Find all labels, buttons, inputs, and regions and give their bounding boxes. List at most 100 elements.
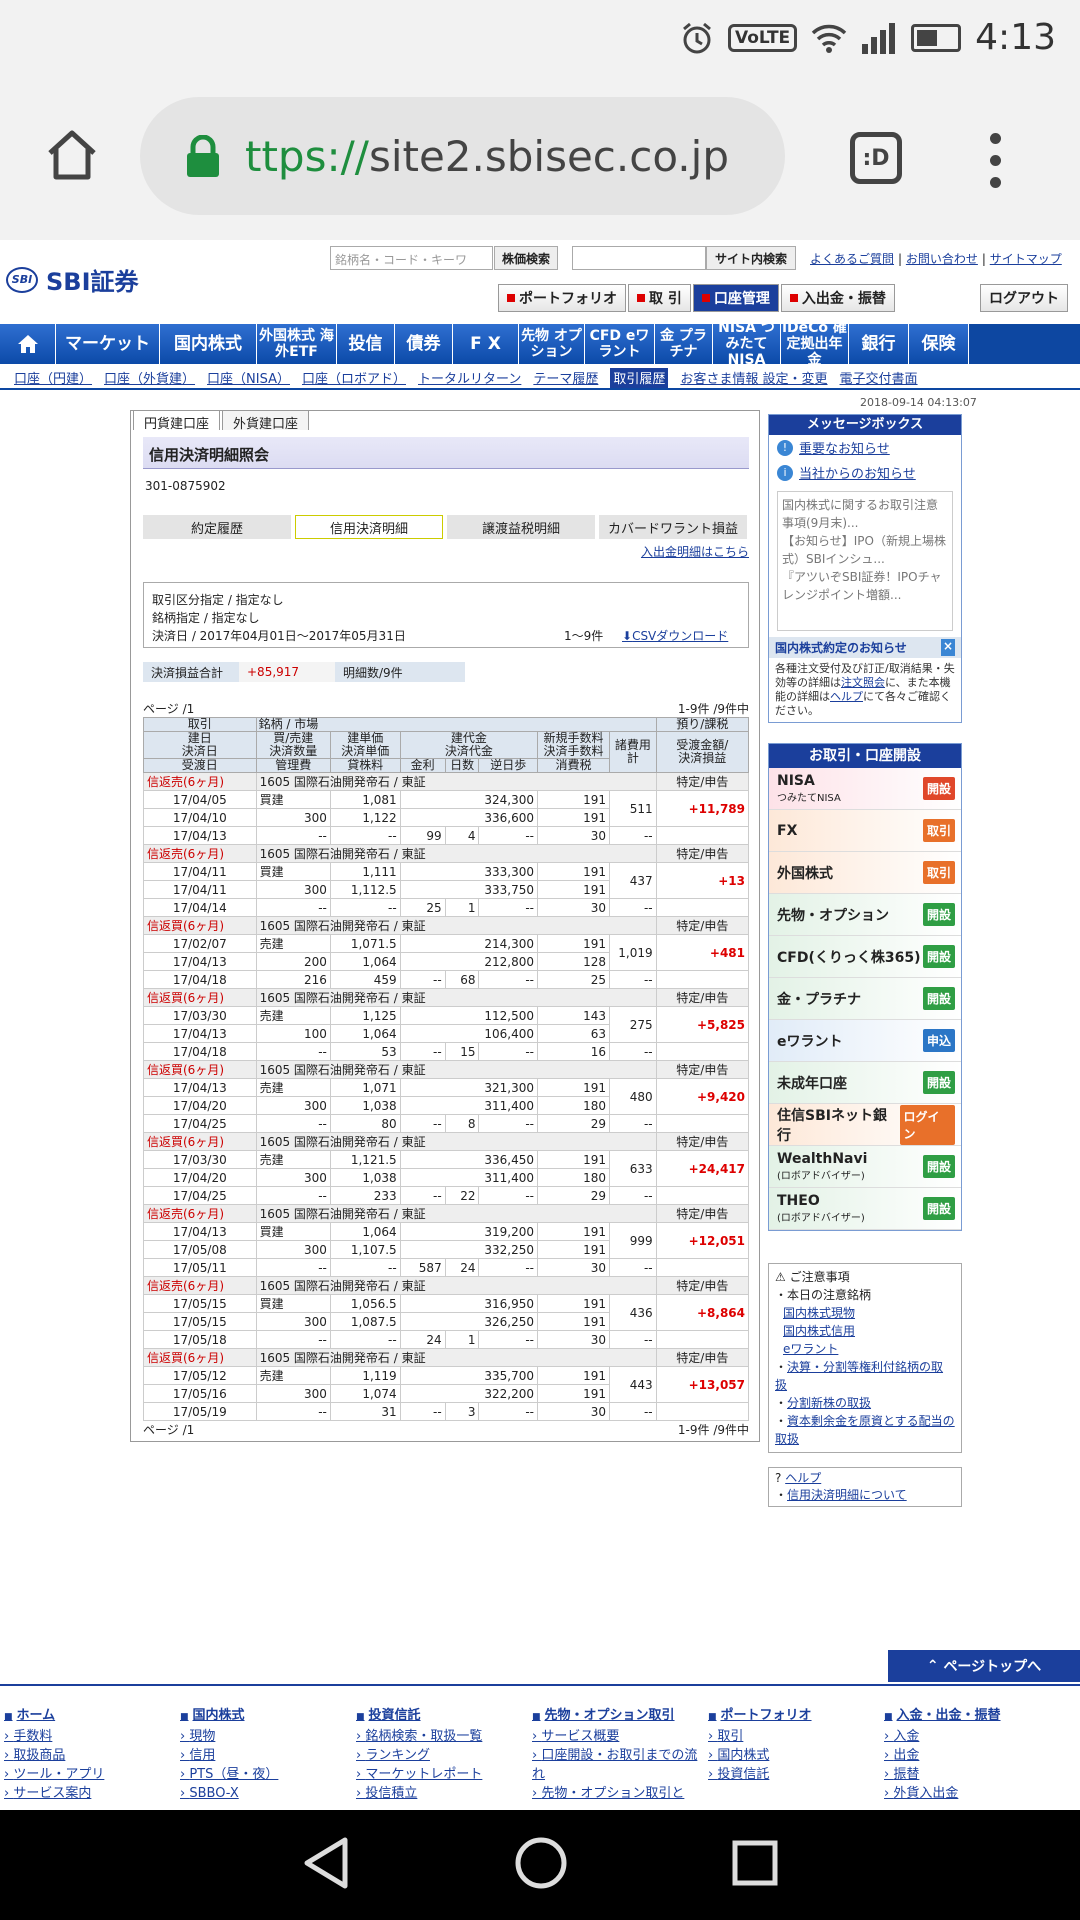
- nav-bonds[interactable]: 債券: [395, 324, 453, 364]
- logout-button[interactable]: ログアウト: [980, 284, 1068, 312]
- footer-link[interactable]: 手数料: [4, 1727, 180, 1746]
- caution-link-domestic-cash[interactable]: 国内株式現物: [783, 1306, 855, 1320]
- help-link[interactable]: ヘルプ: [830, 690, 863, 703]
- close-icon[interactable]: ×: [941, 639, 955, 656]
- footer-title[interactable]: 投資信託: [356, 1706, 532, 1727]
- footer-link[interactable]: 取扱商品: [4, 1746, 180, 1765]
- footer-title[interactable]: 国内株式: [180, 1706, 356, 1727]
- subnav-e-documents[interactable]: 電子交付書面: [840, 368, 918, 388]
- page-top-button[interactable]: ⌃ ページトップへ: [888, 1650, 1080, 1682]
- caution-link-ewarrant[interactable]: eワラント: [783, 1342, 838, 1356]
- trade-button[interactable]: 取 引: [628, 284, 691, 312]
- footer-title[interactable]: ホーム: [4, 1706, 180, 1727]
- site-search-input[interactable]: [572, 246, 706, 270]
- stock-search-input[interactable]: 銘柄名・コード・キーワ: [330, 246, 493, 270]
- news-item[interactable]: 【お知らせ】IPO（新規上場株式）SBIインシュ...: [782, 532, 948, 568]
- nav-foreign-stock[interactable]: 外国株式 海外ETF: [257, 324, 337, 364]
- subnav-foreign-account[interactable]: 口座（外貨建）: [104, 368, 195, 388]
- footer-title[interactable]: ポートフォリオ: [708, 1706, 884, 1727]
- subnav-yen-account[interactable]: 口座（円建）: [14, 368, 92, 388]
- caution-link-domestic-margin[interactable]: 国内株式信用: [783, 1324, 855, 1338]
- nav-bank[interactable]: 銀行: [849, 324, 909, 364]
- important-notice-link[interactable]: 重要なお知らせ: [799, 438, 890, 457]
- open-account-button[interactable]: ログイン: [899, 1104, 955, 1145]
- subnav-customer-settings[interactable]: お客さま情報 設定・変更: [680, 368, 827, 388]
- footer-title[interactable]: 入金・出金・振替: [884, 1706, 1060, 1727]
- footer-link[interactable]: 投信積立: [356, 1784, 532, 1803]
- footer-link[interactable]: 入金: [884, 1727, 1060, 1746]
- footer-link[interactable]: 銘柄検索・取扱一覧: [356, 1727, 532, 1746]
- order-inquiry-link[interactable]: 注文照会: [841, 676, 885, 689]
- tab-foreign-account[interactable]: 外貨建口座: [222, 410, 310, 432]
- deposit-transfer-button[interactable]: 入出金・振替: [780, 284, 895, 312]
- stock-search-button[interactable]: 株価検索: [494, 246, 558, 270]
- sitemap-link[interactable]: サイトマップ: [990, 252, 1062, 266]
- footer-title[interactable]: 先物・オプション取引: [532, 1706, 708, 1727]
- footer-link[interactable]: 現物: [180, 1727, 356, 1746]
- recents-icon[interactable]: [731, 1839, 779, 1891]
- nav-cfd-ewarrant[interactable]: CFD eワラント: [585, 324, 655, 364]
- home-nav-icon[interactable]: [514, 1836, 568, 1894]
- footer-link[interactable]: サービス案内: [4, 1784, 180, 1803]
- open-account-button[interactable]: 開設: [922, 945, 955, 968]
- nav-insurance[interactable]: 保険: [909, 324, 969, 364]
- subnav-total-return[interactable]: トータルリターン: [418, 368, 521, 388]
- deposit-history-link[interactable]: 入出金明細はこちら: [641, 545, 749, 559]
- footer-link[interactable]: 信用: [180, 1746, 356, 1765]
- nav-home-icon[interactable]: [0, 324, 56, 364]
- open-account-button[interactable]: 開設: [922, 987, 955, 1010]
- footer-link[interactable]: マーケットレポート: [356, 1765, 532, 1784]
- portfolio-button[interactable]: ポートフォリオ: [498, 284, 626, 312]
- subtab-margin-settlement[interactable]: 信用決済明細: [295, 515, 443, 539]
- footer-link[interactable]: 振替: [884, 1765, 1060, 1784]
- footer-link[interactable]: 外貨入出金: [884, 1784, 1060, 1803]
- nav-investment-trust[interactable]: 投信: [337, 324, 395, 364]
- footer-link[interactable]: 先物・オプション取引と: [532, 1784, 708, 1803]
- help-margin-settlement-link[interactable]: 信用決済明細について: [787, 1488, 907, 1502]
- news-item[interactable]: 国内株式に関するお取引注意事項(9月末)...: [782, 496, 948, 532]
- back-icon[interactable]: [301, 1836, 351, 1894]
- nav-futures-options[interactable]: 先物 オプション: [519, 324, 585, 364]
- nav-ideco[interactable]: iDeCo 確定拠出年金: [781, 320, 849, 368]
- faq-link[interactable]: よくあるご質問: [810, 252, 894, 266]
- home-icon[interactable]: [42, 125, 102, 185]
- footer-link[interactable]: 取引: [708, 1727, 884, 1746]
- account-management-button[interactable]: 口座管理: [692, 284, 779, 312]
- nav-domestic-stock[interactable]: 国内株式: [160, 324, 257, 364]
- subnav-theme-history[interactable]: テーマ履歴: [533, 368, 598, 388]
- footer-link[interactable]: 国内株式: [708, 1746, 884, 1765]
- subnav-robo-account[interactable]: 口座（ロボアド）: [302, 368, 406, 388]
- tab-switcher-button[interactable]: :D: [850, 132, 902, 184]
- subnav-nisa-account[interactable]: 口座（NISA）: [207, 368, 290, 388]
- help-title-link[interactable]: ヘルプ: [785, 1471, 821, 1485]
- open-account-button[interactable]: 開設: [922, 1155, 955, 1178]
- open-account-button[interactable]: 開設: [922, 1197, 955, 1220]
- subnav-trade-history[interactable]: 取引履歴: [610, 368, 669, 388]
- nav-nisa[interactable]: NISA つみたてNISA: [713, 320, 781, 368]
- open-account-button[interactable]: 開設: [922, 777, 955, 800]
- footer-link[interactable]: 出金: [884, 1746, 1060, 1765]
- address-bar[interactable]: ttps://site2.sbisec.co.jp: [140, 97, 785, 215]
- news-item[interactable]: 『アツいぞSBI証券！IPOチャレンジポイント増額...: [782, 568, 948, 604]
- footer-link[interactable]: サービス概要: [532, 1727, 708, 1746]
- caution-link-dividend[interactable]: 資本剰余金を原資とする配当の取扱: [775, 1414, 955, 1446]
- footer-link[interactable]: SBBO-X: [180, 1784, 356, 1803]
- tab-yen-account[interactable]: 円貨建口座: [133, 410, 221, 432]
- open-account-button[interactable]: 開設: [922, 903, 955, 926]
- company-notice-link[interactable]: 当社からのお知らせ: [799, 463, 916, 482]
- open-account-button[interactable]: 開設: [922, 1071, 955, 1094]
- subtab-covered-warrant[interactable]: カバードワラント損益: [599, 515, 747, 539]
- sbi-logo[interactable]: SBI SBI証券: [6, 262, 139, 297]
- footer-link[interactable]: PTS（昼・夜）: [180, 1765, 356, 1784]
- footer-link[interactable]: 投資信託: [708, 1765, 884, 1784]
- site-search-button[interactable]: サイト内検索: [706, 246, 796, 270]
- footer-link[interactable]: 口座開設・お取引までの流れ: [532, 1746, 708, 1784]
- open-account-button[interactable]: 申込: [922, 1029, 955, 1052]
- subtab-execution-history[interactable]: 約定履歴: [143, 515, 291, 539]
- open-account-button[interactable]: 取引: [922, 819, 955, 842]
- overflow-menu-icon[interactable]: [985, 133, 1005, 188]
- footer-link[interactable]: ランキング: [356, 1746, 532, 1765]
- nav-market[interactable]: マーケット: [56, 324, 160, 364]
- nav-fx[interactable]: F X: [453, 324, 519, 364]
- caution-link-rights[interactable]: 決算・分割等権利付銘柄の取扱: [775, 1360, 943, 1392]
